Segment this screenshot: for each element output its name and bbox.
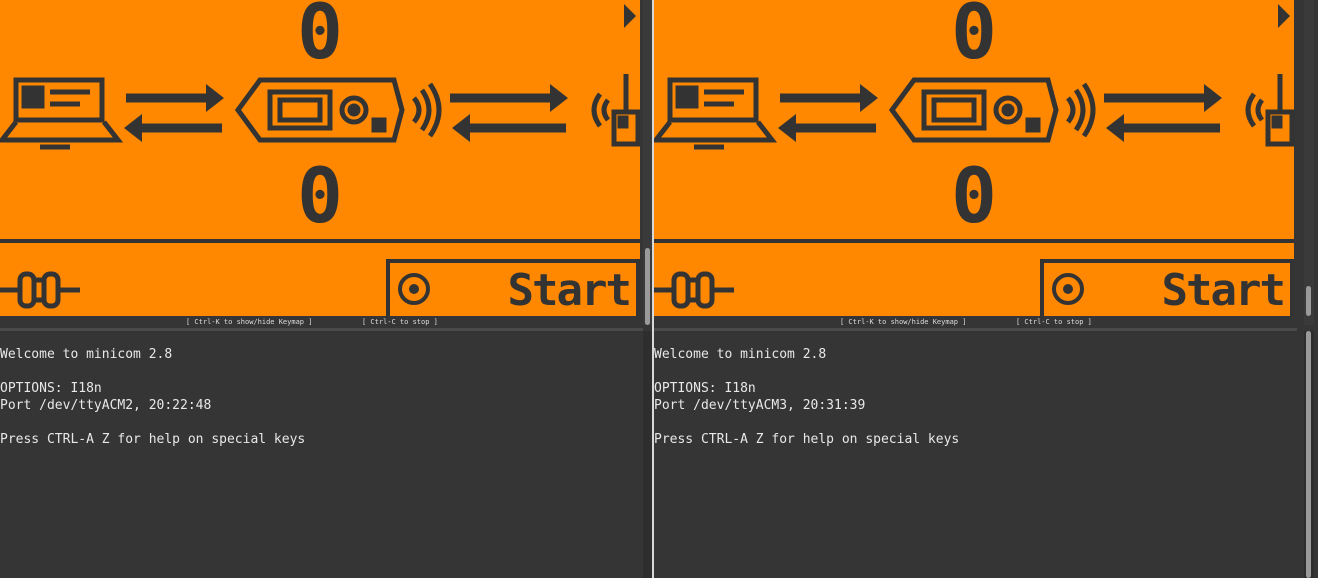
radio-waves-icon (411, 82, 442, 138)
start-button[interactable]: Start (386, 259, 640, 316)
start-label: Start (1161, 265, 1286, 316)
options-line: OPTIONS: I18n (0, 381, 102, 396)
tx-counter: 0 (297, 0, 343, 76)
start-label: Start (507, 265, 632, 316)
tx-counter: 0 (951, 0, 997, 76)
options-line: OPTIONS: I18n (654, 381, 756, 396)
welcome-line: Welcome to minicom 2.8 (0, 347, 173, 362)
minicom-terminal[interactable]: Welcome to minicom 2.8 OPTIONS: I18n Por… (654, 346, 1294, 448)
start-button[interactable]: Start (1040, 259, 1294, 316)
radio-waves-icon (1065, 82, 1096, 138)
keymap-hint: [ Ctrl-K to show/hide Keymap ] (186, 318, 313, 326)
record-icon (398, 273, 430, 305)
radio-device-icon (591, 74, 640, 147)
scrollbar-thumb[interactable] (645, 248, 650, 325)
welcome-line: Welcome to minicom 2.8 (654, 347, 827, 362)
terminal-pane-right[interactable]: 0 0 Start [ Ctrl-K to show/hide Keymap ]… (654, 0, 1318, 578)
lcd-divider (654, 239, 1294, 243)
stop-hint: [ Ctrl-C to stop ] (1016, 318, 1092, 326)
plug-icon (0, 271, 80, 309)
pane-separator[interactable] (0, 328, 643, 331)
lcd-scrollbar[interactable] (643, 0, 652, 325)
stop-hint: [ Ctrl-C to stop ] (362, 318, 438, 326)
keymap-hint-bar: [ Ctrl-K to show/hide Keymap ] [ Ctrl-C … (654, 316, 1294, 328)
lcd-display: 0 0 Start (654, 0, 1294, 316)
terminal-scrollbar[interactable] (643, 331, 652, 578)
lcd-display: 0 0 Start (0, 0, 640, 316)
bidirectional-arrows-icon (124, 84, 224, 142)
bidirectional-arrows-icon (1104, 84, 1222, 142)
rx-counter: 0 (951, 151, 997, 240)
record-icon (1052, 273, 1084, 305)
radio-device-icon (1245, 74, 1294, 147)
pane-separator[interactable] (654, 328, 1297, 331)
keymap-hint: [ Ctrl-K to show/hide Keymap ] (840, 318, 967, 326)
port-line: Port /dev/ttyACM2, 20:22:48 (0, 398, 212, 413)
scrollbar-thumb[interactable] (1306, 286, 1311, 316)
laptop-icon (654, 77, 778, 150)
lcd-divider (0, 239, 640, 243)
keymap-hint-bar: [ Ctrl-K to show/hide Keymap ] [ Ctrl-C … (0, 316, 640, 328)
bidirectional-arrows-icon (778, 84, 878, 142)
help-line: Press CTRL-A Z for help on special keys (654, 432, 960, 447)
play-icon (624, 4, 636, 28)
usb-dongle-icon (888, 77, 1059, 143)
minicom-terminal[interactable]: Welcome to minicom 2.8 OPTIONS: I18n Por… (0, 346, 640, 448)
terminal-pane-left[interactable]: 0 0 Start [ Ctrl-K to show/hide Keymap ]… (0, 0, 652, 578)
play-icon (1278, 4, 1290, 28)
terminal-scrollbar[interactable] (1304, 331, 1314, 578)
plug-icon (654, 271, 734, 309)
scrollbar-thumb[interactable] (1306, 331, 1311, 578)
laptop-icon (0, 77, 124, 150)
help-line: Press CTRL-A Z for help on special keys (0, 432, 306, 447)
lcd-scrollbar[interactable] (1304, 0, 1314, 325)
rx-counter: 0 (297, 151, 343, 240)
usb-dongle-icon (234, 77, 405, 143)
port-line: Port /dev/ttyACM3, 20:31:39 (654, 398, 866, 413)
bidirectional-arrows-icon (450, 84, 568, 142)
